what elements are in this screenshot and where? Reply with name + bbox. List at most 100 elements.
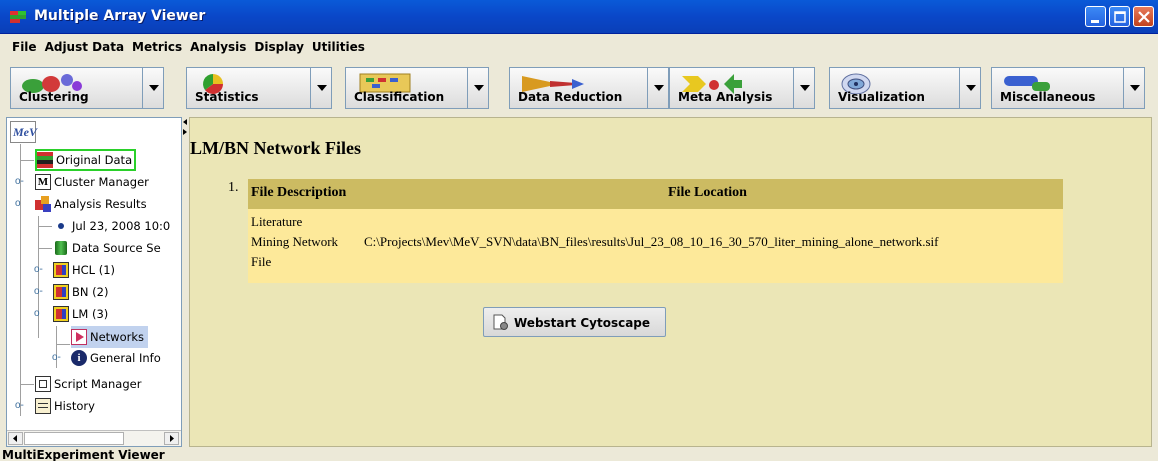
- tree-item-analysis-results[interactable]: Analysis Results: [35, 193, 147, 215]
- menu-adjust-data[interactable]: Adjust Data: [45, 40, 124, 54]
- navigation-tree: MeV Original Data o- M Cluster Manager o…: [6, 117, 182, 447]
- scroll-left-button[interactable]: [8, 432, 23, 445]
- miscellaneous-button[interactable]: Miscellaneous: [991, 67, 1123, 109]
- menu-analysis[interactable]: Analysis: [190, 40, 246, 54]
- file-table: File Description File Location Literatur…: [248, 179, 1063, 283]
- visualization-dropdown[interactable]: [959, 67, 981, 109]
- close-button[interactable]: [1133, 6, 1154, 27]
- scrollbar-thumb[interactable]: [24, 432, 124, 445]
- tree-toggle-icon[interactable]: o-: [34, 265, 44, 275]
- script-manager-icon: [35, 376, 51, 392]
- tree-item-label: Data Source Se: [72, 241, 161, 255]
- webstart-cytoscape-label: Webstart Cytoscape: [514, 316, 651, 330]
- statistics-dropdown[interactable]: [310, 67, 332, 109]
- title-bar: Multiple Array Viewer: [0, 0, 1158, 34]
- app-icon: [10, 11, 26, 23]
- tree-item-bn[interactable]: BN (2): [53, 281, 108, 303]
- window-title: Multiple Array Viewer: [34, 8, 206, 24]
- toolbar-group-clustering: Clustering: [10, 67, 164, 109]
- tree-item-label: LM (3): [72, 307, 109, 321]
- tree-toggle-icon[interactable]: o: [15, 199, 25, 209]
- tree-item-label: HCL (1): [72, 263, 116, 277]
- panel-splitter[interactable]: [182, 117, 189, 447]
- meta-analysis-dropdown[interactable]: [793, 67, 815, 109]
- chevron-down-icon: [149, 85, 159, 91]
- tree-toggle-icon[interactable]: o-: [34, 287, 44, 297]
- toolbar-group-classification: Classification: [345, 67, 489, 109]
- mev-logo-text: MeV: [13, 125, 37, 139]
- toolbar-group-visualization: Visualization: [829, 67, 981, 109]
- clustering-button[interactable]: Clustering: [10, 67, 142, 109]
- meta-analysis-button[interactable]: Meta Analysis: [669, 67, 793, 109]
- toolbar-group-miscellaneous: Miscellaneous: [991, 67, 1145, 109]
- tree-item-lm[interactable]: LM (3): [53, 303, 108, 325]
- toolbar-group-meta-analysis: Meta Analysis: [669, 67, 815, 109]
- history-icon: [35, 398, 51, 414]
- tree-item-label: Analysis Results: [54, 197, 147, 211]
- chevron-down-icon: [474, 85, 484, 91]
- tree-line: [56, 344, 70, 345]
- tree-item-analysis-date[interactable]: Jul 23, 2008 10:0: [53, 215, 170, 237]
- menu-utilities[interactable]: Utilities: [312, 40, 365, 54]
- file-location[interactable]: C:\Projects\Mev\MeV_SVN\data\BN_files\re…: [364, 234, 938, 250]
- chevron-down-icon: [654, 85, 664, 91]
- classification-label: Classification: [354, 90, 445, 104]
- menu-metrics[interactable]: Metrics: [132, 40, 182, 54]
- tree-item-cluster-manager[interactable]: M Cluster Manager: [35, 171, 149, 193]
- visualization-button[interactable]: Visualization: [829, 67, 959, 109]
- result-node-icon: [53, 262, 69, 278]
- data-reduction-button[interactable]: Data Reduction: [509, 67, 647, 109]
- meta-analysis-label: Meta Analysis: [678, 90, 773, 104]
- tree-item-general-info[interactable]: i General Info: [71, 347, 161, 369]
- main-panel: LM/BN Network Files 1. File Description …: [189, 117, 1152, 447]
- tree-item-label: General Info: [90, 351, 161, 365]
- chevron-down-icon: [800, 85, 810, 91]
- network-icon: [71, 329, 87, 345]
- tree-item-label: Jul 23, 2008 10:0: [72, 219, 171, 233]
- arrow-right-icon: [170, 435, 174, 442]
- tree-item-history[interactable]: History: [35, 395, 95, 417]
- tree-toggle-icon[interactable]: o-: [15, 177, 25, 187]
- clustering-dropdown[interactable]: [142, 67, 164, 109]
- maximize-icon: [1114, 11, 1126, 23]
- tree-item-data-source[interactable]: Data Source Se: [53, 237, 161, 259]
- data-reduction-dropdown[interactable]: [647, 67, 669, 109]
- classification-dropdown[interactable]: [467, 67, 489, 109]
- menu-file[interactable]: File: [12, 40, 37, 54]
- tree-toggle-icon[interactable]: o-: [52, 353, 62, 363]
- description-line-3: File: [251, 254, 272, 269]
- webstart-cytoscape-button[interactable]: Webstart Cytoscape: [483, 307, 666, 337]
- tree-item-label: History: [54, 399, 95, 413]
- tree-line: [20, 160, 34, 161]
- file-table-row: Literature Mining Network File C:\Projec…: [248, 209, 1063, 283]
- menu-display[interactable]: Display: [254, 40, 303, 54]
- tree-toggle-icon[interactable]: o-: [15, 401, 25, 411]
- splitter-arrows-icon: [183, 119, 187, 135]
- tree-item-hcl[interactable]: HCL (1): [53, 259, 115, 281]
- page-title: LM/BN Network Files: [190, 138, 361, 158]
- miscellaneous-dropdown[interactable]: [1123, 67, 1145, 109]
- tree-item-label: Cluster Manager: [54, 175, 149, 189]
- statistics-button[interactable]: Statistics: [186, 67, 310, 109]
- info-icon: i: [71, 350, 87, 366]
- result-node-icon: [53, 306, 69, 322]
- maximize-button[interactable]: [1109, 6, 1130, 27]
- tree-item-original-data[interactable]: Original Data: [35, 149, 137, 171]
- classification-button[interactable]: Classification: [345, 67, 467, 109]
- tree-toggle-icon[interactable]: o: [34, 309, 44, 319]
- minimize-button[interactable]: [1085, 6, 1106, 27]
- menu-bar: File Adjust Data Metrics Analysis Displa…: [0, 36, 1158, 58]
- toolbar-group-statistics: Statistics: [186, 67, 332, 109]
- tree-item-networks[interactable]: Networks: [71, 326, 149, 348]
- visualization-label: Visualization: [838, 90, 925, 104]
- heatmap-icon: [37, 152, 53, 168]
- toolbar: Clustering Statistics Classification Dat…: [0, 60, 1158, 114]
- tree-horizontal-scrollbar[interactable]: [7, 430, 181, 446]
- statistics-label: Statistics: [195, 90, 259, 104]
- file-table-header: File Description File Location: [248, 179, 1063, 209]
- result-node-icon: [53, 284, 69, 300]
- scroll-right-button[interactable]: [164, 432, 179, 445]
- tree-line: [38, 226, 52, 227]
- mev-logo: MeV: [10, 121, 37, 143]
- tree-item-script-manager[interactable]: Script Manager: [35, 373, 141, 395]
